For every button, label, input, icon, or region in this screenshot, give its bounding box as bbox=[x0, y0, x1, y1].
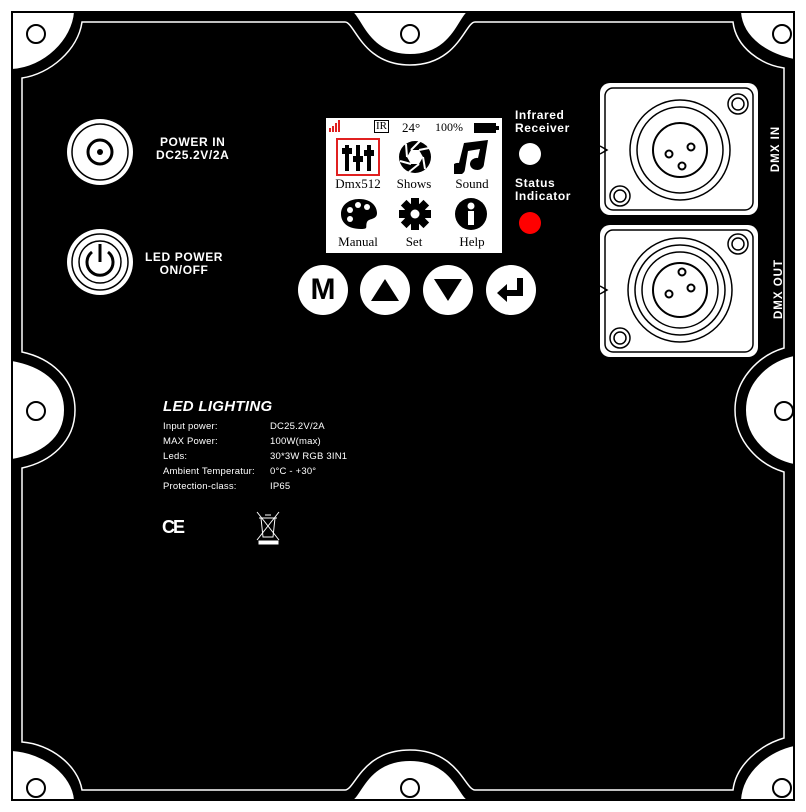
down-button[interactable] bbox=[423, 265, 473, 315]
gear-icon bbox=[399, 198, 431, 230]
screw-hole-br bbox=[772, 778, 792, 798]
power-in-rating: DC25.2V/2A bbox=[156, 148, 230, 162]
status-indicator-led bbox=[519, 212, 541, 234]
led-power-subtitle: ON/OFF bbox=[159, 263, 209, 277]
sliders-icon bbox=[336, 138, 380, 176]
palette-icon bbox=[341, 199, 377, 229]
menu-label: Set bbox=[405, 234, 423, 249]
power-switch[interactable] bbox=[67, 229, 133, 295]
lcd-display: IR 24° 100% Dmx512 Shows Sound Manual Se… bbox=[326, 118, 502, 253]
spec-label: Protection-class: bbox=[163, 481, 237, 492]
infrared-receiver bbox=[519, 143, 541, 165]
ir-indicator: IR bbox=[374, 120, 389, 133]
spec-label: MAX Power: bbox=[163, 436, 218, 447]
screw-hole-bm bbox=[400, 778, 420, 798]
status-line2: Indicator bbox=[515, 189, 572, 203]
enter-button[interactable] bbox=[486, 265, 536, 315]
screw-hole-ml bbox=[26, 401, 46, 421]
led-power-label: LED POWER ON/OFF bbox=[145, 251, 223, 277]
up-button[interactable] bbox=[360, 265, 410, 315]
dmx-out-connector[interactable] bbox=[599, 225, 758, 357]
spec-label: Ambient Temperatur: bbox=[163, 466, 255, 477]
spec-value: DC25.2V/2A bbox=[270, 421, 325, 432]
music-note-icon bbox=[454, 140, 488, 174]
dmx-in-label: DMX IN bbox=[770, 125, 783, 173]
spec-value: 100W(max) bbox=[270, 436, 321, 447]
aperture-icon bbox=[399, 140, 431, 173]
spec-value: IP65 bbox=[270, 481, 291, 492]
ce-mark: CE bbox=[162, 517, 185, 537]
screw-hole-tr bbox=[772, 24, 792, 44]
menu-item-sound[interactable]: Sound bbox=[442, 138, 498, 192]
temperature-readout: 24° bbox=[402, 120, 421, 135]
enter-icon bbox=[497, 278, 523, 302]
up-arrow-icon bbox=[371, 279, 399, 301]
menu-button[interactable]: M bbox=[298, 265, 348, 315]
menu-label: Sound bbox=[455, 176, 489, 191]
infrared-line2: Receiver bbox=[515, 121, 570, 135]
menu-label: Shows bbox=[396, 176, 432, 191]
screw-hole-tm bbox=[400, 24, 420, 44]
menu-item-set[interactable]: Set bbox=[386, 196, 442, 250]
status-label: Status Indicator bbox=[515, 177, 571, 203]
spec-value: 30*3W RGB 3IN1 bbox=[270, 451, 348, 462]
signal-strength-icon bbox=[329, 120, 340, 132]
screw-hole-mr bbox=[774, 401, 794, 421]
screw-hole-bl bbox=[26, 778, 46, 798]
power-in-jack[interactable] bbox=[67, 119, 133, 185]
menu-label: Dmx512 bbox=[335, 176, 381, 191]
down-arrow-icon bbox=[434, 279, 462, 301]
screw-hole-tl bbox=[26, 24, 46, 44]
menu-label: Manual bbox=[338, 234, 378, 249]
spec-value: 0°C - +30° bbox=[270, 466, 317, 477]
info-icon bbox=[455, 198, 487, 230]
spec-label: Leds: bbox=[163, 451, 188, 462]
menu-item-help[interactable]: Help bbox=[442, 196, 498, 250]
m-glyph: M bbox=[310, 273, 336, 306]
menu-item-manual[interactable]: Manual bbox=[330, 196, 386, 250]
dmx-out-label: DMX OUT bbox=[773, 258, 786, 320]
battery-icon bbox=[474, 123, 499, 133]
menu-label: Help bbox=[459, 234, 485, 249]
infrared-label: Infrared Receiver bbox=[515, 109, 570, 135]
spec-title: LED LIGHTING bbox=[163, 398, 273, 415]
spec-label: Input power: bbox=[163, 421, 218, 432]
dmx-in-connector[interactable] bbox=[599, 83, 758, 215]
menu-item-shows[interactable]: Shows bbox=[386, 138, 442, 192]
power-in-label: POWER IN DC25.2V/2A bbox=[156, 136, 229, 162]
battery-readout: 100% bbox=[435, 120, 463, 134]
menu-item-dmx512[interactable]: Dmx512 bbox=[330, 138, 386, 192]
